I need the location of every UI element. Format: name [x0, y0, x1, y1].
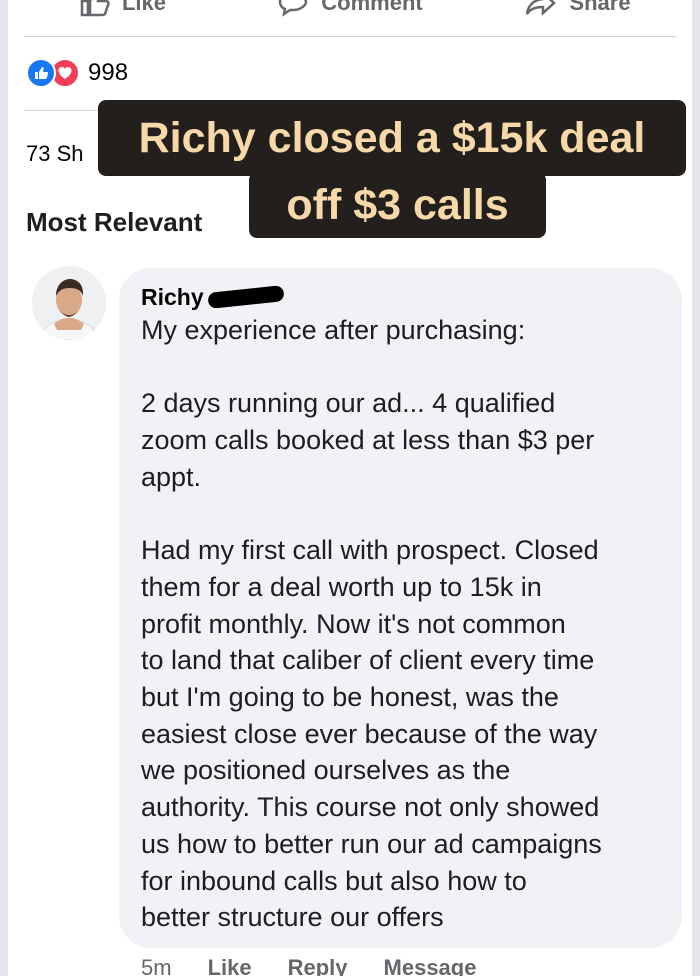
- comment-author-name[interactable]: Richy: [141, 284, 204, 311]
- comment-action-button[interactable]: Comment: [236, 0, 464, 20]
- shares-count[interactable]: 73 Sh: [26, 141, 84, 167]
- comment-like-button[interactable]: Like: [208, 955, 252, 976]
- comment-meta-row: 5m Like Reply Message: [141, 955, 476, 976]
- comment-sort-dropdown[interactable]: Most Relevant: [26, 207, 202, 238]
- comment-action-label: Comment: [321, 0, 423, 15]
- like-action-label: Like: [121, 0, 167, 15]
- comment-timestamp: 5m: [141, 955, 172, 976]
- comment-message-button[interactable]: Message: [384, 955, 477, 976]
- thumbs-up-icon: [80, 0, 110, 17]
- comment-bubble: Richy My experience after purchasing: 2 …: [119, 268, 682, 948]
- caption-overlay-line1: Richy closed a $15k deal: [98, 100, 686, 176]
- comment-text: My experience after purchasing: 2 days r…: [141, 315, 602, 933]
- like-reaction-icon: [26, 58, 56, 88]
- share-icon: [526, 0, 557, 16]
- avatar[interactable]: [32, 266, 106, 340]
- share-action-label: Share: [569, 0, 631, 15]
- caption-text-line2: off $3 calls: [286, 180, 509, 229]
- divider: [24, 36, 676, 37]
- caption-text-line1: Richy closed a $15k deal: [138, 113, 646, 162]
- caption-overlay-line2: off $3 calls: [249, 172, 546, 238]
- comment-icon: [279, 0, 308, 17]
- comment-reply-button[interactable]: Reply: [288, 955, 348, 976]
- like-action-button[interactable]: Like: [8, 0, 236, 20]
- comment-author-row: Richy: [141, 282, 660, 312]
- post-card: Like Comment Share 998 73 Sh Most Releva…: [8, 0, 692, 976]
- post-action-bar: Like Comment Share: [8, 0, 692, 20]
- redaction-mark: [207, 285, 285, 309]
- reaction-count: 998: [88, 59, 129, 86]
- reaction-summary[interactable]: 998: [26, 58, 128, 88]
- share-action-button[interactable]: Share: [464, 0, 692, 20]
